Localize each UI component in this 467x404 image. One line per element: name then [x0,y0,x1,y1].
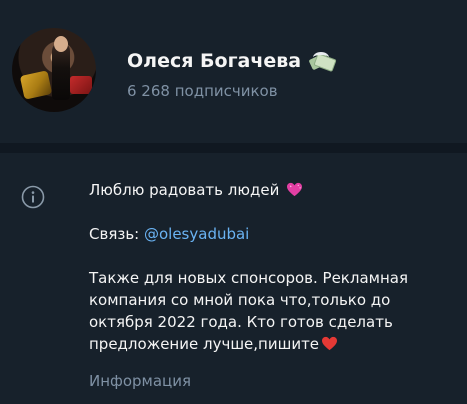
contact-label: Связь: [89,225,144,243]
channel-name-text: Олеся Богачева [127,50,302,72]
subscriber-count: 6 268 подписчиков [127,82,278,100]
info-section-label: Информация [89,372,192,390]
channel-info-panel: Олеся Богачева 6 268 подписчиков Люблю р… [0,0,467,404]
channel-header: Олеся Богачева 6 268 подписчиков [0,0,467,143]
section-divider [0,143,467,153]
money-with-wings-icon [308,52,337,73]
description-line-4: предложение лучше,пишите [89,333,449,355]
channel-description: Люблю радовать людей Связь: @olesyadubai… [89,179,449,355]
intro-text: Люблю радовать людей [89,181,280,199]
red-heart-icon [322,336,338,351]
contact-link[interactable]: @olesyadubai [144,225,249,243]
description-line-3: октября 2022 года. Кто готов сделать [89,313,393,331]
info-circle-icon [21,185,45,209]
sparkling-heart-icon [287,182,303,197]
description-line-2: компания со мной пока что,только до [89,291,391,309]
contact-line: Связь: @olesyadubai [89,223,449,245]
description-intro: Люблю радовать людей [89,179,449,201]
channel-avatar[interactable] [12,28,96,112]
channel-title: Олеся Богачева [127,50,337,73]
avatar-chair-shape [19,70,53,100]
avatar-bag-shape [70,76,92,94]
description-line-4-text: предложение лучше,пишите [89,335,320,353]
avatar-head-shape [54,36,68,52]
info-section: Люблю радовать людей Связь: @olesyadubai… [0,153,467,404]
description-line-1: Также для новых спонсоров. Рекламная [89,269,408,287]
